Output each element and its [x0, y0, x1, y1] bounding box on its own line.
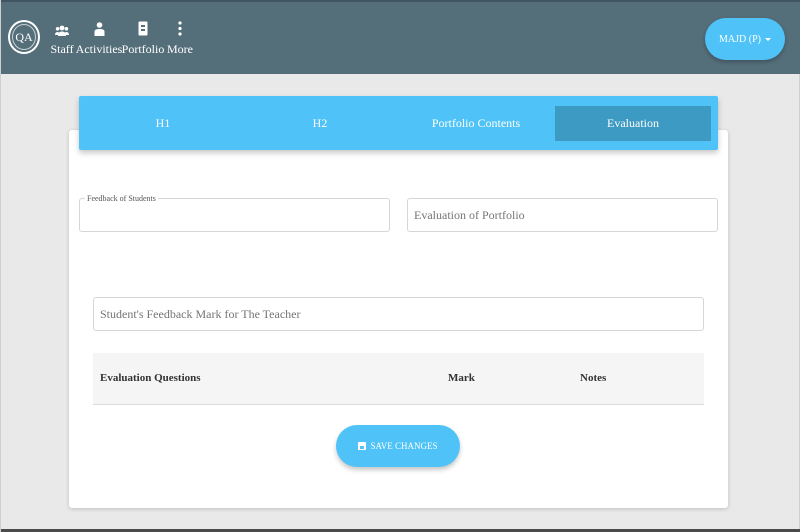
nav-portfolio[interactable]: Portfolio [122, 20, 164, 60]
evaluation-table-header: Evaluation Questions Mark Notes [93, 353, 704, 405]
nav-more-label: More [167, 42, 193, 56]
save-icon [358, 442, 367, 450]
student-feedback-mark-input[interactable] [100, 298, 679, 330]
nav-portfolio-label: Portfolio [121, 42, 165, 56]
nav-more[interactable]: More [167, 20, 193, 60]
user-menu-label: MAJD (P) [719, 33, 761, 45]
feedback-of-students-field[interactable]: Feedback of Students [79, 194, 390, 232]
save-changes-label: SAVE CHANGES [370, 441, 438, 451]
tab-h1-label: H1 [155, 116, 171, 130]
nav-activities[interactable]: Activities [76, 20, 122, 60]
top-navbar: QA Staff Activities Portfolio More MAJD … [1, 0, 800, 74]
column-mark: Mark [448, 372, 475, 384]
column-evaluation-questions: Evaluation Questions [100, 372, 201, 384]
logo-ring [12, 24, 36, 50]
nav-staff[interactable]: Staff [50, 20, 74, 60]
person-icon [94, 20, 105, 36]
save-changes-button[interactable]: SAVE CHANGES [336, 425, 460, 467]
users-icon [55, 20, 69, 36]
evaluation-of-portfolio-field[interactable] [407, 198, 718, 232]
portfolio-icon [138, 20, 148, 36]
portfolio-tabs: H1 H2 Portfolio Contents Evaluation [79, 96, 718, 150]
tab-evaluation[interactable]: Evaluation [555, 106, 711, 141]
more-vertical-icon [178, 20, 182, 36]
tab-evaluation-label: Evaluation [607, 116, 659, 130]
student-feedback-mark-field[interactable] [93, 297, 704, 331]
tab-h2[interactable]: H2 [242, 106, 398, 141]
nav-activities-label: Activities [75, 42, 123, 56]
user-menu-button[interactable]: MAJD (P) [705, 18, 785, 60]
tab-h2-label: H2 [312, 116, 328, 130]
tab-portfolio-contents[interactable]: Portfolio Contents [398, 106, 554, 141]
evaluation-of-portfolio-input[interactable] [414, 199, 708, 231]
tab-portfolio-contents-label: Portfolio Contents [431, 116, 521, 130]
app-logo[interactable]: QA [8, 20, 40, 54]
caret-down-icon [764, 37, 771, 41]
column-notes: Notes [580, 372, 607, 384]
feedback-of-students-input[interactable] [86, 199, 380, 231]
tab-h1[interactable]: H1 [85, 106, 241, 141]
nav-staff-label: Staff [50, 42, 74, 56]
